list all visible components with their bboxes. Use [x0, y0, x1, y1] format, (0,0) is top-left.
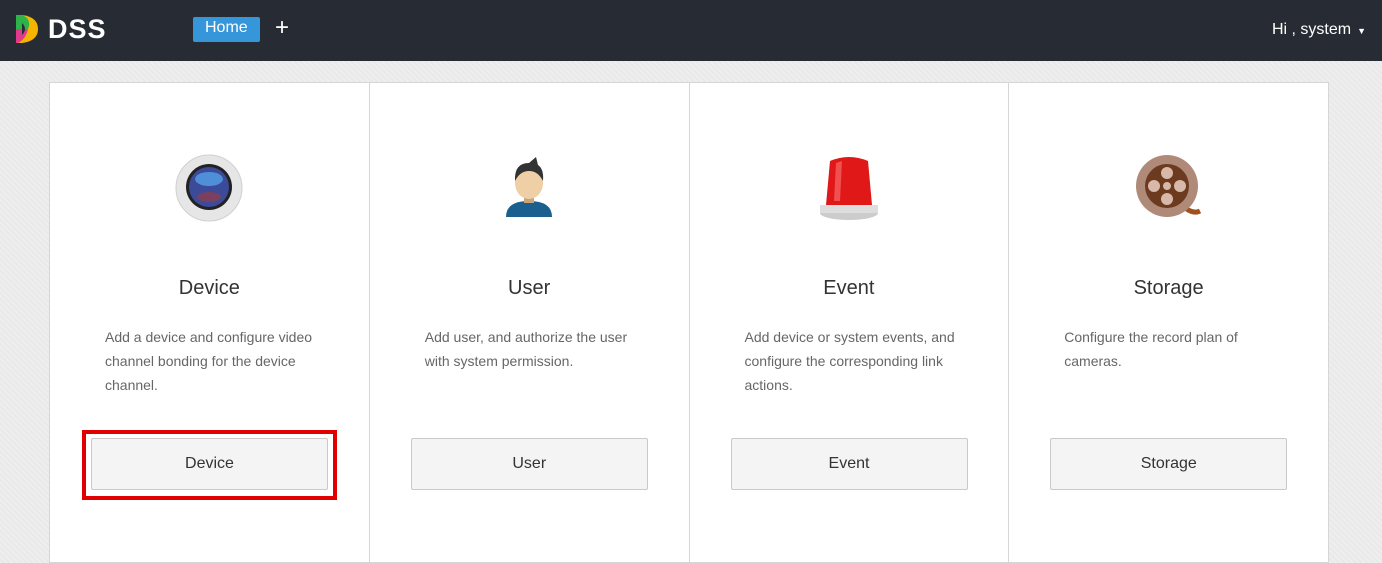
- card-description: Add device or system events, and configu…: [744, 329, 955, 393]
- alarm-light-icon: [819, 157, 878, 220]
- camera-icon: [175, 154, 243, 222]
- event-button[interactable]: Event: [730, 438, 968, 490]
- card-title: Device: [178, 277, 240, 299]
- user-greeting: Hi , system: [1271, 21, 1352, 38]
- logo-text: DSS: [48, 13, 107, 44]
- film-reel-icon: [1135, 155, 1201, 217]
- highlight-box: [82, 430, 337, 500]
- logo: DSS: [14, 13, 107, 45]
- card-user: User Add user, and authorize the user wi…: [370, 83, 690, 562]
- add-tab-button[interactable]: +: [275, 14, 289, 42]
- storage-button[interactable]: Storage: [1050, 438, 1288, 490]
- user-menu[interactable]: Hi , system ▼: [1272, 21, 1366, 39]
- card-description: Add a device and configure video channel…: [105, 329, 313, 393]
- card-description: Add user, and authorize the user with sy…: [424, 329, 628, 369]
- tab-home[interactable]: Home: [193, 17, 260, 42]
- card-event: Event Add device or system events, and c…: [690, 83, 1010, 562]
- user-button[interactable]: User: [410, 438, 648, 490]
- card-title: User: [508, 277, 551, 299]
- caret-down-icon: ▼: [1357, 26, 1366, 36]
- card-storage: Storage Configure the record plan of cam…: [1009, 83, 1328, 562]
- top-bar: DSS Home + Hi , system ▼: [0, 0, 1382, 61]
- card-description: Configure the record plan of cameras.: [1064, 329, 1238, 369]
- card-title: Storage: [1133, 277, 1204, 299]
- user-icon: [506, 157, 553, 217]
- card-title: Event: [823, 277, 875, 299]
- dss-logo-icon: [16, 15, 38, 43]
